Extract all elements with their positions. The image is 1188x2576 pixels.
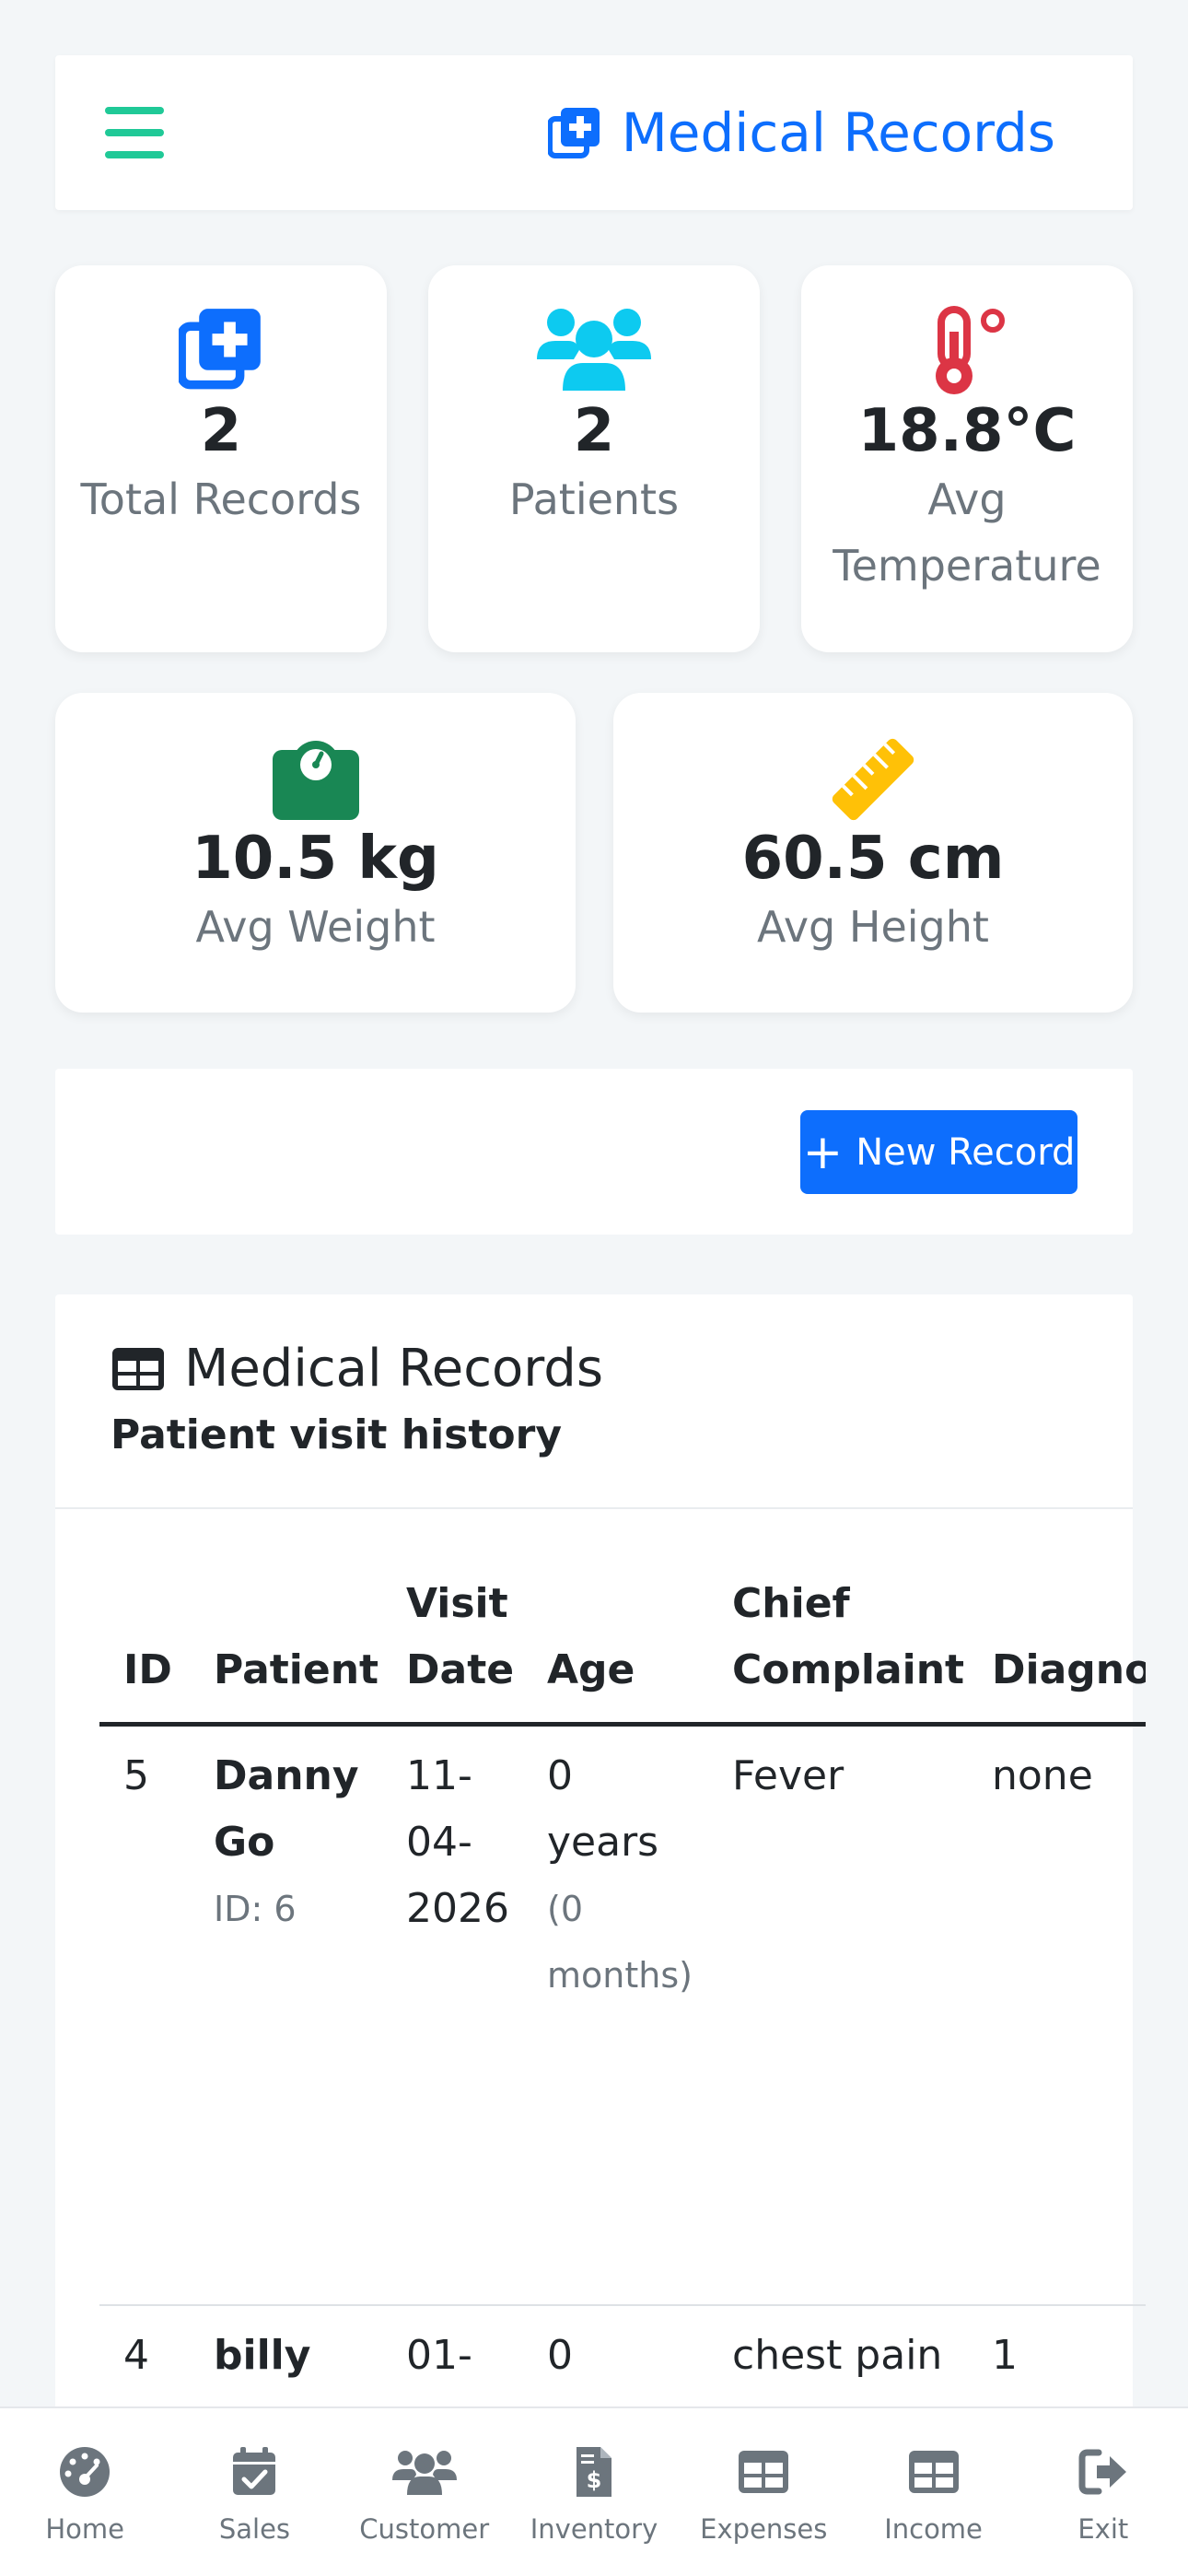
records-card-header: Medical Records Patient visit history <box>55 1294 1133 1509</box>
ruler-icon <box>832 738 914 821</box>
records-title-text: Medical Records <box>184 1339 603 1399</box>
nav-income-label: Income <box>884 2513 983 2545</box>
table-icon <box>908 2451 959 2493</box>
records-card-title: Medical Records <box>111 1339 1133 1399</box>
cell-visit-date: 11-04-2026 <box>382 1724 523 2306</box>
nav-expenses-label: Expenses <box>700 2513 828 2545</box>
sign-out-icon <box>1078 2449 1126 2495</box>
avg-temperature-value: 18.8°C <box>857 397 1077 465</box>
column-header-visit-date[interactable]: Visit Date <box>382 1571 523 1727</box>
table-row[interactable]: 5 Danny Go ID: 6 11-04-2026 0 years (0 m… <box>99 1724 1146 2306</box>
nav-customer[interactable]: Customer <box>340 2408 509 2576</box>
menu-toggle-icon[interactable] <box>105 107 164 158</box>
patient-name[interactable]: billy <box>214 2323 358 2389</box>
stat-card-avg-height: 60.5 cm Avg Height <box>613 693 1133 1013</box>
nav-exit[interactable]: Exit <box>1019 2408 1188 2576</box>
users-icon <box>391 2451 457 2495</box>
nav-sales[interactable]: Sales <box>169 2408 339 2576</box>
column-header-age[interactable]: Age <box>523 1571 708 1727</box>
calendar-check-icon <box>233 2447 276 2495</box>
nav-inventory-label: Inventory <box>530 2513 658 2545</box>
top-navbar: Medical Records <box>55 55 1133 210</box>
gauge-icon <box>60 2447 111 2497</box>
table-header-row: ID Patient Visit Date Age Chief Complain… <box>99 1571 1146 1727</box>
cell-diagnosis: none <box>968 1724 1146 2306</box>
nav-home-label: Home <box>45 2513 124 2545</box>
nav-income[interactable]: Income <box>848 2408 1018 2576</box>
action-bar: + New Record <box>55 1069 1133 1235</box>
thermometer-icon <box>936 306 1005 394</box>
patients-value: 2 <box>573 397 615 465</box>
avg-weight-label: Avg Weight <box>195 902 436 952</box>
nav-exit-label: Exit <box>1077 2513 1129 2545</box>
plus-icon: + <box>802 1124 844 1180</box>
records-table: ID Patient Visit Date Age Chief Complain… <box>99 1571 1146 2455</box>
age-years: 0 years <box>547 1752 659 1866</box>
stat-card-patients: 2 Patients <box>428 265 760 652</box>
column-header-patient[interactable]: Patient <box>190 1571 382 1727</box>
medical-file-icon <box>179 309 261 390</box>
medical-file-icon <box>547 108 600 158</box>
patients-label: Patients <box>508 474 680 524</box>
patient-id: ID: 6 <box>214 1889 297 1929</box>
avg-height-value: 60.5 cm <box>741 825 1005 893</box>
bottom-nav: Home Sales Customer $ Inventory Expenses… <box>0 2406 1188 2576</box>
avg-height-label: Avg Height <box>757 902 989 952</box>
nav-home[interactable]: Home <box>0 2408 169 2576</box>
cell-id: 5 <box>99 1724 190 2306</box>
records-subtitle: Patient visit history <box>111 1411 563 1458</box>
nav-inventory[interactable]: $ Inventory <box>509 2408 679 2576</box>
patient-name[interactable]: Danny Go <box>214 1743 359 1876</box>
new-record-button[interactable]: + New Record <box>800 1110 1077 1194</box>
column-header-id[interactable]: ID <box>99 1571 190 1727</box>
total-records-label: Total Records <box>80 474 362 524</box>
nav-sales-label: Sales <box>218 2513 291 2545</box>
avg-weight-value: 10.5 kg <box>192 825 439 893</box>
users-icon <box>537 309 651 391</box>
age-months: (0 months) <box>547 1889 693 1996</box>
new-record-label: New Record <box>856 1130 1076 1174</box>
records-table-card: Medical Records Patient visit history ID… <box>55 1294 1146 2576</box>
table-icon <box>739 2451 789 2493</box>
svg-text:$: $ <box>587 2467 602 2493</box>
weight-scale-icon <box>272 741 359 820</box>
column-header-chief-complaint[interactable]: Chief Complaint <box>708 1571 968 1727</box>
invoice-icon: $ <box>576 2447 611 2497</box>
cell-age: 0 years (0 months) <box>523 1724 708 2306</box>
table-icon <box>112 1347 164 1390</box>
nav-expenses[interactable]: Expenses <box>679 2408 848 2576</box>
avg-temperature-label: Avg Temperature <box>833 474 1101 591</box>
cell-chief-complaint: Fever <box>708 1724 968 2306</box>
stat-card-avg-weight: 10.5 kg Avg Weight <box>55 693 576 1013</box>
app-brand[interactable]: Medical Records <box>547 101 1055 164</box>
stat-card-avg-temperature: 18.8°C Avg Temperature <box>801 265 1133 652</box>
stat-card-total-records: 2 Total Records <box>55 265 387 652</box>
app-title: Medical Records <box>621 101 1055 164</box>
nav-customer-label: Customer <box>359 2513 490 2545</box>
column-header-diagnosis[interactable]: Diagnosis <box>968 1571 1146 1727</box>
total-records-value: 2 <box>200 397 242 465</box>
cell-patient: Danny Go ID: 6 <box>190 1724 382 2306</box>
